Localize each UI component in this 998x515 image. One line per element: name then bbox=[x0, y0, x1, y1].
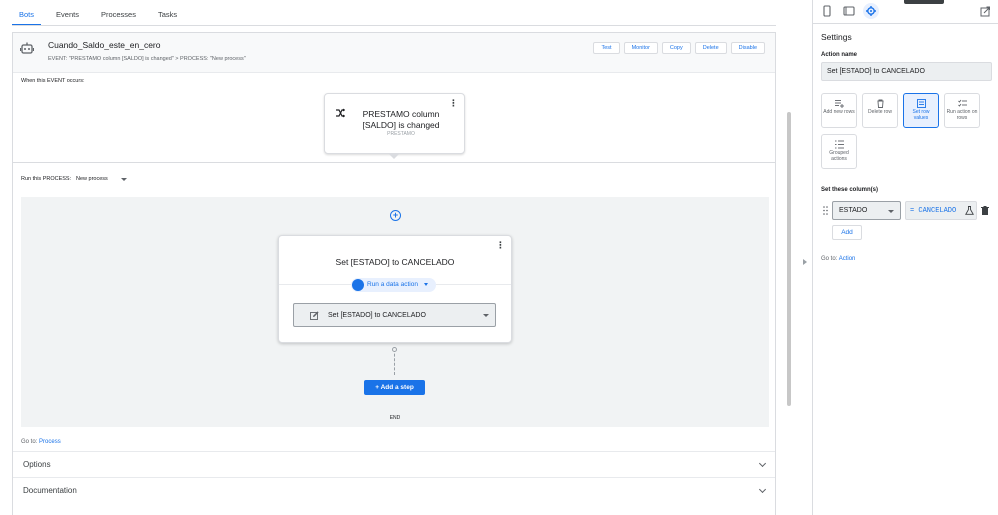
process-select[interactable]: New process bbox=[76, 176, 108, 182]
options-label: Options bbox=[23, 460, 51, 469]
tile-run-action-on-rows[interactable]: Run action on rows bbox=[944, 93, 980, 128]
phone-icon[interactable] bbox=[819, 3, 835, 19]
robot-icon bbox=[20, 42, 34, 54]
tooltip bbox=[904, 0, 944, 4]
bot-header-actions: Test Monitor Copy Delete Disable bbox=[593, 42, 765, 54]
add-circle-icon[interactable]: + bbox=[390, 210, 401, 221]
tablet-icon[interactable] bbox=[841, 3, 857, 19]
app-root: Bots Events Processes Tasks Cuando_Saldo… bbox=[0, 0, 998, 515]
goto-action: Go to: Action bbox=[821, 256, 855, 262]
copy-button[interactable]: Copy bbox=[661, 42, 691, 54]
shuffle-icon bbox=[336, 108, 345, 118]
data-action-icon bbox=[352, 279, 364, 291]
bot-editor-panel: Cuando_Saldo_este_en_cero EVENT: "PRESTA… bbox=[12, 32, 776, 515]
chevron-down-icon bbox=[758, 459, 767, 468]
top-tabs: Bots Events Processes Tasks bbox=[12, 0, 192, 26]
chevron-down-icon bbox=[758, 485, 767, 494]
select-caret-icon bbox=[483, 314, 489, 317]
connector-line bbox=[394, 349, 395, 375]
process-canvas: + ⋮ Set [ESTADO] to CANCELADO Run a data… bbox=[21, 197, 769, 427]
select-caret-icon bbox=[888, 210, 894, 213]
event-arrow bbox=[389, 154, 399, 159]
disable-button[interactable]: Disable bbox=[730, 42, 765, 54]
step-type-label: Run a data action bbox=[367, 281, 418, 288]
tile-add-new-rows[interactable]: Add new rows bbox=[821, 93, 857, 128]
action-select[interactable]: Set [ESTADO] to CANCELADO bbox=[293, 303, 496, 327]
tile-grouped-actions[interactable]: Grouped actions bbox=[821, 134, 857, 169]
action-name-label: Action name bbox=[821, 52, 858, 58]
connector-dot bbox=[392, 347, 397, 352]
step-card[interactable]: ⋮ Set [ESTADO] to CANCELADO Run a data a… bbox=[278, 235, 512, 343]
caret-down-icon[interactable] bbox=[121, 178, 127, 181]
flask-icon[interactable] bbox=[965, 206, 974, 215]
delete-button[interactable]: Delete bbox=[694, 42, 727, 54]
options-section[interactable]: Options bbox=[13, 451, 775, 477]
chip-caret-icon bbox=[423, 282, 428, 286]
tile-label: Run action on rows bbox=[946, 109, 978, 121]
tile-label: Grouped actions bbox=[829, 150, 849, 162]
tile-set-row-values[interactable]: Set row values bbox=[903, 93, 939, 128]
edit-icon bbox=[310, 311, 319, 320]
event-card[interactable]: PRESTAMO column [SALDO] is changed PREST… bbox=[324, 93, 465, 154]
column-assignment-row: ESTADO = CANCELADO bbox=[821, 201, 993, 220]
settings-title: Settings bbox=[821, 32, 852, 42]
bot-header[interactable]: Cuando_Saldo_este_en_cero EVENT: "PRESTA… bbox=[13, 33, 775, 73]
bot-name: Cuando_Saldo_este_en_cero bbox=[48, 40, 161, 50]
tabs-divider bbox=[12, 25, 776, 26]
tile-label: Delete row bbox=[868, 109, 892, 115]
column-select-value: ESTADO bbox=[839, 207, 868, 214]
trash-icon[interactable] bbox=[981, 206, 989, 215]
scrollbar-thumb[interactable] bbox=[787, 112, 791, 406]
step-menu-icon[interactable]: ⋮ bbox=[496, 241, 505, 250]
tab-events[interactable]: Events bbox=[49, 0, 86, 26]
goto-action-link[interactable]: Action bbox=[839, 256, 856, 262]
expand-panel-icon[interactable] bbox=[803, 259, 807, 265]
panel-toolbar bbox=[813, 0, 998, 22]
add-column-button[interactable]: Add bbox=[832, 225, 862, 240]
end-label: END bbox=[389, 415, 401, 421]
tile-delete-row[interactable]: Delete row bbox=[862, 93, 898, 128]
add-rows-icon bbox=[834, 100, 844, 108]
event-card-table: PRESTAMO bbox=[387, 131, 415, 137]
tile-label: Set row values bbox=[912, 109, 930, 121]
settings-panel: Settings Action name Set [ESTADO] to CAN… bbox=[812, 0, 998, 515]
tab-processes[interactable]: Processes bbox=[94, 0, 143, 26]
drag-handle-icon[interactable] bbox=[823, 206, 828, 215]
action-select-value: Set [ESTADO] to CANCELADO bbox=[328, 312, 426, 319]
test-button[interactable]: Test bbox=[593, 42, 620, 54]
step-title: Set [ESTADO] to CANCELADO bbox=[335, 257, 455, 267]
event-card-title: PRESTAMO column [SALDO] is changed bbox=[362, 109, 440, 130]
process-section-label: Run this PROCESS: bbox=[21, 176, 72, 182]
goto-prefix: Go to: bbox=[821, 256, 838, 262]
panel-toolbar-divider bbox=[813, 23, 998, 24]
gear-icon[interactable] bbox=[863, 3, 879, 19]
documentation-section[interactable]: Documentation bbox=[13, 477, 775, 503]
action-name-input[interactable]: Set [ESTADO] to CANCELADO bbox=[821, 62, 992, 81]
tab-tasks[interactable]: Tasks bbox=[151, 0, 184, 26]
event-menu-icon[interactable]: ⋮ bbox=[449, 99, 458, 108]
monitor-button[interactable]: Monitor bbox=[623, 42, 658, 54]
section-divider bbox=[13, 162, 775, 163]
tab-bots[interactable]: Bots bbox=[12, 0, 42, 26]
goto-prefix: Go to: bbox=[21, 439, 38, 445]
add-step-button[interactable]: + Add a step bbox=[364, 380, 425, 395]
open-external-icon[interactable] bbox=[977, 3, 993, 19]
goto-process: Go to: Process bbox=[21, 439, 61, 445]
tile-label: Add new rows bbox=[823, 109, 855, 115]
step-type-chip[interactable]: Run a data action bbox=[351, 278, 436, 292]
grouped-actions-icon bbox=[834, 140, 844, 149]
run-action-rows-icon bbox=[957, 99, 967, 107]
set-row-values-icon bbox=[916, 99, 926, 108]
bot-event-summary: EVENT: "PRESTAMO column [SALDO] is chang… bbox=[48, 56, 246, 62]
event-section-label: When this EVENT occurs: bbox=[21, 78, 85, 84]
documentation-label: Documentation bbox=[23, 486, 77, 495]
column-select[interactable]: ESTADO bbox=[832, 201, 901, 220]
set-columns-label: Set these column(s) bbox=[821, 187, 879, 193]
goto-process-link[interactable]: Process bbox=[39, 439, 61, 445]
delete-row-icon bbox=[877, 99, 883, 108]
